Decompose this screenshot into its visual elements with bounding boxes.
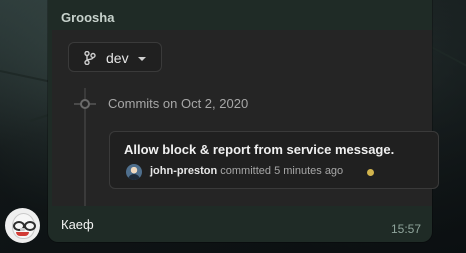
- commit-action: committed 5 minutes ago: [220, 165, 344, 177]
- branch-label: dev: [106, 50, 129, 66]
- chevron-down-icon: [138, 57, 146, 61]
- avatar-nose-icon: [20, 228, 25, 231]
- avatar-mouth-icon: [16, 232, 29, 236]
- commits-date-heading: Commits on Oct 2, 2020: [108, 96, 249, 111]
- commit-meta: john-preston committed 5 minutes ago: [150, 165, 343, 177]
- message-text: Каеф: [61, 217, 94, 232]
- sender-name[interactable]: Groosha: [61, 10, 114, 25]
- message-time: 15:57: [390, 222, 421, 236]
- commit-card[interactable]: [109, 131, 439, 189]
- commit-title[interactable]: Allow block & report from service messag…: [124, 142, 394, 157]
- author-name[interactable]: john-preston: [150, 165, 217, 177]
- status-dot-icon: [367, 169, 374, 176]
- git-branch-icon: [84, 51, 96, 65]
- commit-dot-icon: [80, 99, 90, 109]
- avatar[interactable]: [5, 208, 40, 243]
- avatar-eye-icon: [24, 221, 36, 231]
- author-avatar[interactable]: [126, 164, 142, 180]
